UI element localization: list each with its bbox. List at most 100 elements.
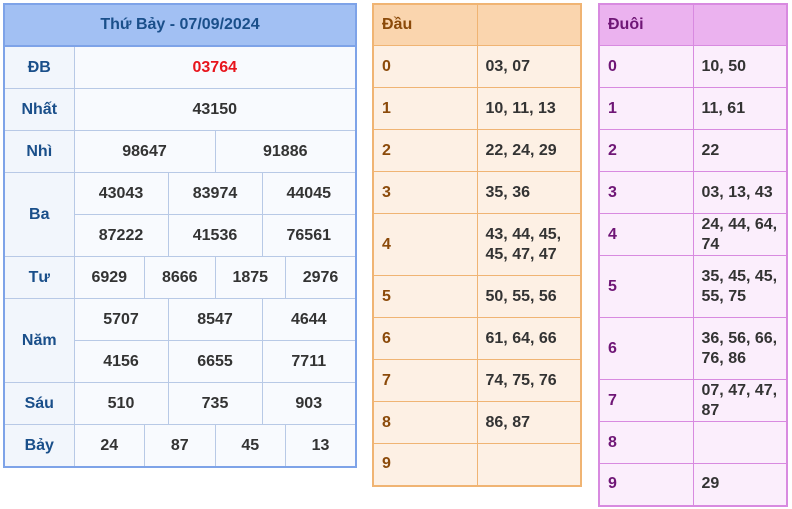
dau-header-blank	[476, 3, 582, 46]
duoi-header: Đuôi	[598, 3, 694, 46]
duoi-table: Đuôi 0 10, 50 1 11, 61 2 22 3 03, 13, 43 4 24, 44…	[598, 3, 788, 507]
dau-numbers: 35, 36	[476, 171, 582, 214]
prize-label-nhat: Nhất	[3, 88, 75, 131]
dau-table: Đầu 0 03, 07 1 10, 11, 13 2 22, 24, 29 3 35, 36…	[372, 3, 582, 487]
duoi-rows: 0 10, 50 1 11, 61 2 22 3 03, 13, 43 4 24, 44, 64,…	[598, 45, 788, 506]
prize-number: 41536	[167, 214, 263, 257]
duoi-digit: 8	[598, 421, 694, 464]
duoi-row: 0 10, 50	[598, 45, 788, 88]
duoi-numbers	[692, 421, 788, 464]
duoi-numbers: 35, 45, 45, 55, 75	[692, 255, 788, 318]
dau-row: 6 61, 64, 66	[372, 317, 582, 360]
duoi-digit: 4	[598, 213, 694, 256]
duoi-row: 8	[598, 421, 788, 464]
prize-number: 5707	[73, 298, 169, 341]
duoi-numbers: 11, 61	[692, 87, 788, 130]
dau-digit: 2	[372, 129, 478, 172]
dau-numbers: 50, 55, 56	[476, 275, 582, 318]
dau-digit: 3	[372, 171, 478, 214]
prize-number: 24	[73, 424, 145, 468]
prize-label-ba: Ba	[3, 172, 75, 257]
date-title: Thứ Bảy - 07/09/2024	[3, 3, 357, 47]
duoi-row: 5 35, 45, 45, 55, 75	[598, 255, 788, 318]
dau-digit: 7	[372, 359, 478, 402]
duoi-numbers: 24, 44, 64, 74	[692, 213, 788, 256]
prize-label-nhi: Nhì	[3, 130, 75, 173]
duoi-numbers: 22	[692, 129, 788, 172]
prize-number: 43150	[73, 88, 357, 131]
prize-number: 903	[261, 382, 357, 425]
prize-row-nhat: Nhất 43150	[3, 88, 357, 131]
duoi-digit: 5	[598, 255, 694, 318]
duoi-numbers: 03, 13, 43	[692, 171, 788, 214]
dau-row: 4 43, 44, 45, 45, 47, 47	[372, 213, 582, 276]
dau-numbers: 74, 75, 76	[476, 359, 582, 402]
dau-digit: 6	[372, 317, 478, 360]
duoi-digit: 2	[598, 129, 694, 172]
prize-label-db: ĐB	[3, 45, 75, 89]
dau-row: 7 74, 75, 76	[372, 359, 582, 402]
dau-digit: 8	[372, 401, 478, 444]
duoi-numbers: 07, 47, 47, 87	[692, 379, 788, 422]
prize-row-tu: Tư 6929 8666 1875 2976	[3, 256, 357, 299]
dau-header: Đầu	[372, 3, 478, 46]
duoi-digit: 1	[598, 87, 694, 130]
dau-row: 2 22, 24, 29	[372, 129, 582, 172]
prize-row-nhi: Nhì 98647 91886	[3, 130, 357, 173]
dau-row: 8 86, 87	[372, 401, 582, 444]
duoi-row: 6 36, 56, 66, 76, 86	[598, 317, 788, 380]
prize-number: 4156	[73, 340, 169, 383]
duoi-digit: 9	[598, 463, 694, 506]
prize-row-sau: Sáu 510 735 903	[3, 382, 357, 425]
duoi-row: 2 22	[598, 129, 788, 172]
prize-number: 13	[285, 424, 357, 468]
prize-number: 510	[73, 382, 169, 425]
duoi-row: 7 07, 47, 47, 87	[598, 379, 788, 422]
prize-label-sau: Sáu	[3, 382, 75, 425]
prize-number: 91886	[214, 130, 357, 173]
dau-numbers: 61, 64, 66	[476, 317, 582, 360]
prize-row-nam: Năm 5707 8547 4644	[3, 298, 357, 383]
prize-number: 8666	[144, 256, 216, 299]
dau-row: 0 03, 07	[372, 45, 582, 88]
prize-number: 7711	[261, 340, 357, 383]
duoi-digit: 7	[598, 379, 694, 422]
dau-numbers: 03, 07	[476, 45, 582, 88]
prize-number: 76561	[261, 214, 357, 257]
results-table: Thứ Bảy - 07/09/2024 ĐB 03764 Nhất 43150…	[3, 3, 357, 468]
duoi-row: 3 03, 13, 43	[598, 171, 788, 214]
dau-row: 9	[372, 443, 582, 486]
prize-number: 1875	[214, 256, 286, 299]
prize-number: 2976	[285, 256, 357, 299]
dau-row: 5 50, 55, 56	[372, 275, 582, 318]
dau-numbers: 10, 11, 13	[476, 87, 582, 130]
prize-label-nam: Năm	[3, 298, 75, 383]
dau-numbers: 43, 44, 45, 45, 47, 47	[476, 213, 582, 276]
prize-number: 98647	[73, 130, 216, 173]
prize-number: 83974	[167, 172, 263, 215]
duoi-digit: 3	[598, 171, 694, 214]
duoi-numbers: 10, 50	[692, 45, 788, 88]
prize-row-ba: Ba 43043 83974 44045	[3, 172, 357, 257]
dau-digit: 4	[372, 213, 478, 276]
prize-number: 735	[167, 382, 263, 425]
prize-number: 87222	[73, 214, 169, 257]
prize-number: 8547	[167, 298, 263, 341]
dau-numbers: 86, 87	[476, 401, 582, 444]
duoi-digit: 0	[598, 45, 694, 88]
prize-number: 4644	[261, 298, 357, 341]
prize-number: 44045	[261, 172, 357, 215]
duoi-numbers: 29	[692, 463, 788, 506]
dau-digit: 5	[372, 275, 478, 318]
dau-row: 3 35, 36	[372, 171, 582, 214]
duoi-header-blank	[692, 3, 788, 46]
duoi-digit: 6	[598, 317, 694, 380]
dau-digit: 0	[372, 45, 478, 88]
prize-number: 6929	[73, 256, 145, 299]
duoi-row: 4 24, 44, 64, 74	[598, 213, 788, 256]
prize-number: 6655	[167, 340, 263, 383]
prize-row-db: ĐB 03764	[3, 45, 357, 89]
dau-digit: 9	[372, 443, 478, 486]
prize-row-bay: Bảy 24 87 45 13	[3, 424, 357, 468]
special-prize-number: 03764	[73, 45, 357, 89]
